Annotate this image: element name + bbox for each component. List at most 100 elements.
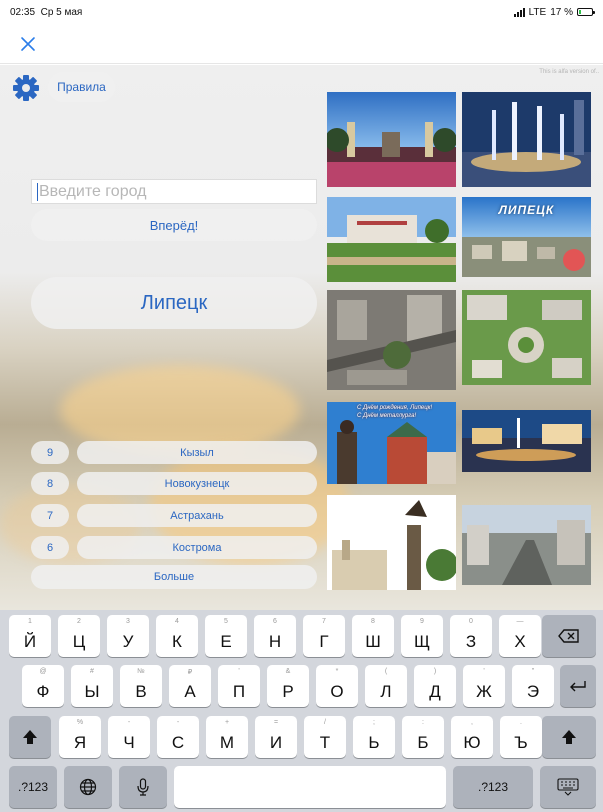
city-photo-7[interactable]: С Днём рождения, Липецк! С Днём металлур… xyxy=(327,402,456,484)
signal-icon xyxy=(513,7,525,17)
history-number: 7 xyxy=(31,504,69,527)
key-alt-char: - xyxy=(127,719,131,726)
gear-icon[interactable] xyxy=(12,74,40,102)
return-key[interactable] xyxy=(560,665,596,707)
key-letter[interactable]: @ Ф xyxy=(22,665,64,707)
microphone-icon xyxy=(137,778,149,796)
key-letter[interactable]: = И xyxy=(255,716,297,758)
history-city[interactable]: Новокузнецк xyxy=(77,472,317,495)
history-city[interactable]: Кострома xyxy=(77,536,317,559)
key-letter[interactable]: / Т xyxy=(304,716,346,758)
numbers-key-right[interactable]: .?123 xyxy=(453,766,533,808)
status-date: Ср 5 мая xyxy=(40,6,83,18)
space-key[interactable] xyxy=(174,766,446,808)
key-letter[interactable]: ' Ж xyxy=(463,665,505,707)
key-letter[interactable]: 1Й xyxy=(9,615,51,657)
key-letter[interactable]: * О xyxy=(316,665,358,707)
city-photo-1[interactable] xyxy=(327,92,456,187)
key-letter[interactable]: # Ы xyxy=(71,665,113,707)
key-char: Ь xyxy=(368,733,380,752)
key-char: Ы xyxy=(84,682,100,701)
key-letter[interactable]: 3У xyxy=(107,615,149,657)
hide-keyboard-key[interactable] xyxy=(540,766,596,808)
go-button[interactable]: Вперёд! xyxy=(31,209,317,241)
city-photo-10[interactable] xyxy=(462,505,591,585)
key-letter[interactable]: 2Ц xyxy=(58,615,100,657)
key-letter[interactable]: ) Д xyxy=(414,665,456,707)
backspace-icon xyxy=(558,629,579,643)
key-char: Л xyxy=(380,682,392,701)
history-number: 6 xyxy=(31,536,69,559)
history-city[interactable]: Кызыл xyxy=(77,441,317,464)
key-char: Ф xyxy=(36,682,50,701)
key-alt-char: № xyxy=(137,668,145,675)
dictation-key[interactable] xyxy=(119,766,167,808)
key-char: Ш xyxy=(365,632,381,651)
city-photo-9[interactable] xyxy=(327,495,456,590)
photo-greeting-line-1: С Днём рождения, Липецк! xyxy=(357,405,433,411)
key-letter[interactable]: .Ъ xyxy=(500,716,542,758)
key-letter[interactable]: ; Ь xyxy=(353,716,395,758)
city-photo-2[interactable] xyxy=(462,92,591,187)
key-char: Щ xyxy=(414,632,430,651)
key-letter[interactable]: (Л xyxy=(365,665,407,707)
key-letter[interactable]: 6Н xyxy=(254,615,296,657)
key-letter[interactable]: 8Ш xyxy=(352,615,394,657)
key-alt-char: " xyxy=(531,668,535,675)
key-char: Я xyxy=(73,733,87,752)
numbers-key-left[interactable]: .?123 xyxy=(9,766,57,808)
key-letter[interactable]: :Б xyxy=(402,716,444,758)
key-letter[interactable]: -Ч xyxy=(108,716,150,758)
key-char: Х xyxy=(514,632,526,651)
city-photo-3[interactable] xyxy=(327,197,456,282)
key-char: Ж xyxy=(476,682,492,701)
key-letter[interactable]: + М xyxy=(206,716,248,758)
key-letter[interactable]: 4К xyxy=(156,615,198,657)
city-photo-4[interactable]: ЛИПЕЦК xyxy=(462,197,591,277)
close-icon[interactable] xyxy=(18,34,38,54)
key-letter[interactable]: 7Г xyxy=(303,615,345,657)
key-char: У xyxy=(122,632,134,651)
more-button[interactable]: Больше xyxy=(31,565,317,589)
key-letter[interactable]: 9Щ xyxy=(401,615,443,657)
key-letter[interactable]: ₽ А xyxy=(169,665,211,707)
globe-key[interactable] xyxy=(64,766,112,808)
photo-greeting-line-2: С Днём металлурга! xyxy=(357,413,417,419)
history-city[interactable]: Астрахань xyxy=(77,504,317,527)
city-input[interactable]: Введите город xyxy=(31,179,317,204)
key-char: Ъ xyxy=(514,733,528,752)
key-char: К xyxy=(172,632,182,651)
network-type: LTE xyxy=(528,6,547,18)
status-right: LTE 17 % xyxy=(513,6,595,18)
rules-button[interactable]: Правила xyxy=(48,72,115,102)
key-letter[interactable]: ,Ю xyxy=(451,716,493,758)
key-letter[interactable]: ' П xyxy=(218,665,260,707)
key-alt-char: ' xyxy=(483,668,485,675)
key-char: Ч xyxy=(123,733,135,752)
key-letter[interactable]: & Р xyxy=(267,665,309,707)
history-number: 8 xyxy=(31,472,69,495)
shift-key-left[interactable] xyxy=(9,716,51,758)
key-alt-char: 4 xyxy=(175,618,179,625)
key-alt-char: = xyxy=(273,719,279,726)
city-photo-8[interactable] xyxy=(462,410,591,472)
key-char: М xyxy=(219,733,235,752)
key-letter[interactable]: % Я xyxy=(59,716,101,758)
key-letter[interactable]: 5Е xyxy=(205,615,247,657)
alpha-note: This is alfa version of.. xyxy=(539,69,599,75)
key-char: Ю xyxy=(463,733,481,752)
backspace-key[interactable] xyxy=(542,615,596,657)
game-panel: This is alfa version of.. Правила Введит… xyxy=(0,65,603,610)
city-photo-5[interactable] xyxy=(327,290,456,390)
key-alt-char: * xyxy=(335,668,339,675)
key-letter[interactable]: 0З xyxy=(450,615,492,657)
shift-key-right[interactable] xyxy=(542,716,596,758)
key-letter[interactable]: — Х xyxy=(499,615,541,657)
current-city-button[interactable]: Липецк xyxy=(31,277,317,329)
city-photo-6[interactable] xyxy=(462,290,591,385)
key-alt-char: 2 xyxy=(77,618,81,625)
key-letter[interactable]: " Э xyxy=(512,665,554,707)
key-letter[interactable]: -С xyxy=(157,716,199,758)
key-letter[interactable]: № В xyxy=(120,665,162,707)
key-alt-char: — xyxy=(516,618,524,625)
